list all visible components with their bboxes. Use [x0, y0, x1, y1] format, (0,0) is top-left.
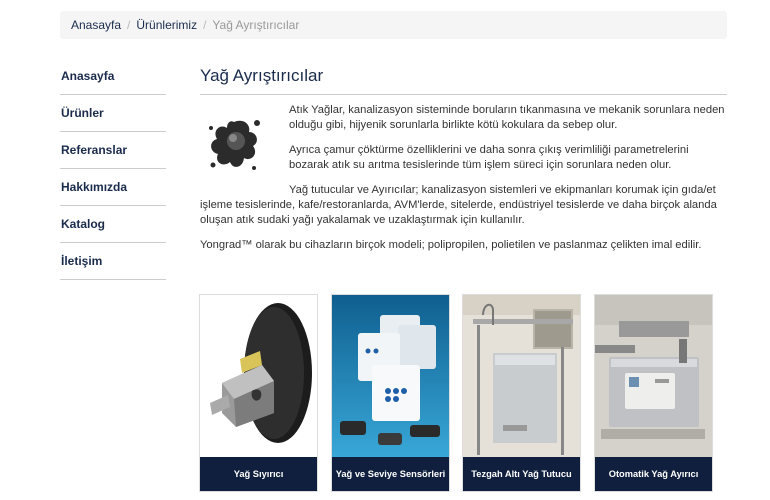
- product-name: Yağ ve Seviye Sensörleri: [332, 457, 449, 491]
- breadcrumb-current: Yağ Ayrıştırıcılar: [212, 18, 300, 32]
- paragraph-3: Yağ tutucular ve Ayırıcılar; kanalizasyo…: [200, 184, 717, 226]
- product-grid: Yağ Sıyırıcı Yağ ve Seviye Sensörleri Te…: [199, 294, 715, 492]
- sidebar-item-home[interactable]: Anasayfa: [60, 58, 166, 95]
- sidebar-item-references[interactable]: Referanslar: [60, 132, 166, 169]
- sidebar-item-products[interactable]: Ürünler: [60, 95, 166, 132]
- sidebar-item-about[interactable]: Hakkımızda: [60, 169, 166, 206]
- breadcrumb-products[interactable]: Ürünlerimiz: [136, 18, 197, 32]
- oil-level-sensors-image: [332, 295, 449, 458]
- breadcrumb-separator: /: [203, 18, 207, 32]
- breadcrumb-home[interactable]: Anasayfa: [71, 18, 121, 32]
- breadcrumb: Anasayfa / Ürünlerimiz / Yağ Ayrıştırıcılar: [60, 11, 727, 39]
- sidebar-item-catalog[interactable]: Katalog: [60, 206, 166, 243]
- product-card[interactable]: Yağ Sıyırıcı: [199, 294, 318, 492]
- oil-skimmer-image: [200, 295, 317, 458]
- main-content: Yağ Ayrıştırıcılar: [200, 58, 727, 95]
- breadcrumb-separator: /: [127, 18, 131, 32]
- product-card[interactable]: Tezgah Altı Yağ Tutucu: [462, 294, 581, 492]
- product-card[interactable]: Yağ ve Seviye Sensörleri: [331, 294, 450, 492]
- content-body: Atık Yağlar, kanalizasyon sisteminde bor…: [200, 98, 727, 263]
- product-card[interactable]: Otomatik Yağ Ayırıcı: [594, 294, 713, 492]
- undercounter-grease-trap-image: [463, 295, 580, 458]
- sidebar-item-contact[interactable]: İletişim: [60, 243, 166, 280]
- product-name: Otomatik Yağ Ayırıcı: [595, 457, 712, 491]
- paragraph-2: Ayrıca çamur çöktürme özelliklerini ve d…: [289, 144, 689, 171]
- automatic-grease-separator-image: [595, 295, 712, 458]
- paragraph-4: Yongrad™ olarak bu cihazların birçok mod…: [200, 239, 702, 251]
- product-name: Yağ Sıyırıcı: [200, 457, 317, 491]
- product-name: Tezgah Altı Yağ Tutucu: [463, 457, 580, 491]
- oil-splash-icon: [209, 120, 260, 170]
- sidebar-nav: Anasayfa Ürünler Referanslar Hakkımızda …: [60, 58, 166, 280]
- page-title: Yağ Ayrıştırıcılar: [200, 58, 727, 95]
- paragraph-1: Atık Yağlar, kanalizasyon sisteminde bor…: [289, 104, 725, 131]
